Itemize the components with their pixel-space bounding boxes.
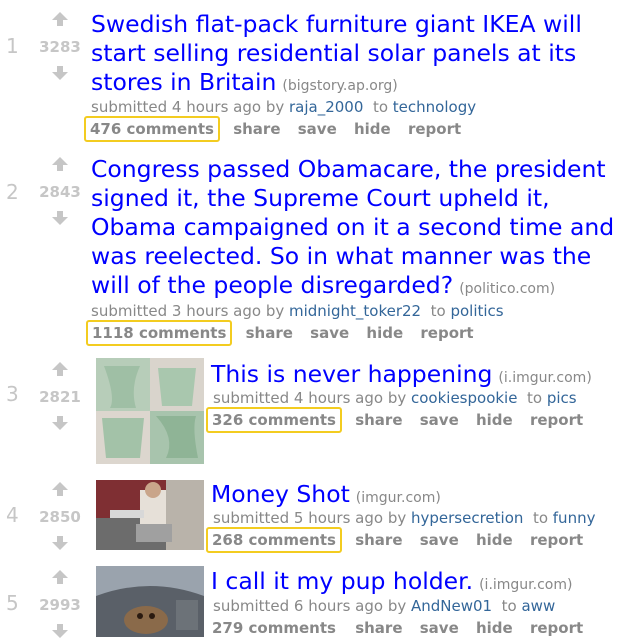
post-buttons: 1118 comments share save hide report: [86, 320, 486, 346]
hide-button[interactable]: hide: [476, 619, 513, 637]
post-title-link[interactable]: I call it my pup holder.: [211, 567, 473, 595]
author-link[interactable]: midnight_toker22: [289, 302, 421, 320]
downvote-arrow-icon[interactable]: [52, 211, 68, 225]
submitted-text: submitted 6 hours ago by: [213, 597, 407, 615]
vote-column: 2821: [34, 362, 86, 434]
author-link[interactable]: raja_2000: [289, 98, 363, 116]
vote-column: 3283: [34, 12, 86, 84]
vote-column: 2843: [34, 157, 86, 229]
post-domain[interactable]: (i.imgur.com): [479, 577, 572, 593]
upvote-arrow-icon[interactable]: [52, 12, 68, 26]
hide-button[interactable]: hide: [366, 324, 403, 342]
post-tagline: submitted 4 hours ago by raja_2000 to te…: [91, 98, 476, 116]
to-text: to: [501, 597, 517, 615]
share-button[interactable]: share: [233, 120, 280, 138]
pup-holder-thumbnail-image: [96, 566, 204, 637]
subreddit-link[interactable]: politics: [450, 302, 503, 320]
score: 2850: [39, 508, 81, 526]
post-domain[interactable]: (bigstory.ap.org): [282, 78, 397, 94]
post-buttons: 326 comments share save hide report: [206, 407, 595, 433]
to-text: to: [527, 389, 543, 407]
author-link[interactable]: hypersecretion: [411, 509, 523, 527]
save-button[interactable]: save: [310, 324, 349, 342]
subreddit-link[interactable]: technology: [393, 98, 476, 116]
report-button[interactable]: report: [530, 411, 583, 429]
money-shot-thumbnail-image: [96, 480, 204, 550]
report-button[interactable]: report: [420, 324, 473, 342]
subreddit-link[interactable]: aww: [521, 597, 555, 615]
post-rank: 5: [6, 591, 19, 615]
post-domain[interactable]: (imgur.com): [356, 490, 441, 506]
subreddit-link[interactable]: funny: [553, 509, 596, 527]
save-button[interactable]: save: [298, 120, 337, 138]
score: 2821: [39, 388, 81, 406]
post-title-link[interactable]: Money Shot: [211, 480, 350, 508]
share-button[interactable]: share: [355, 531, 402, 549]
save-button[interactable]: save: [420, 619, 459, 637]
report-button[interactable]: report: [530, 619, 583, 637]
author-link[interactable]: cookiespookie: [411, 389, 517, 407]
post-tagline: submitted 4 hours ago by cookiespookie t…: [213, 389, 577, 407]
curtains-thumbnail-image: [96, 358, 204, 464]
hide-button[interactable]: hide: [476, 531, 513, 549]
post-tagline: submitted 6 hours ago by AndNew01 to aww: [213, 597, 555, 615]
to-text: to: [372, 98, 389, 116]
share-button[interactable]: share: [355, 619, 402, 637]
post-buttons: 279 comments share save hide report: [206, 615, 595, 641]
post-title-block: I call it my pup holder. (i.imgur.com): [211, 567, 621, 600]
submitted-text: submitted 4 hours ago by: [213, 389, 407, 407]
share-button[interactable]: share: [355, 411, 402, 429]
to-text: to: [532, 509, 548, 527]
post-title-link[interactable]: This is never happening: [211, 360, 492, 388]
post-tagline: submitted 3 hours ago by midnight_toker2…: [91, 302, 504, 320]
comments-link[interactable]: 268 comments: [206, 527, 342, 553]
vote-column: 2850: [34, 482, 86, 554]
comments-link[interactable]: 1118 comments: [86, 320, 233, 346]
submitted-text: submitted 5 hours ago by: [213, 509, 407, 527]
downvote-arrow-icon[interactable]: [52, 416, 68, 430]
post-buttons: 268 comments share save hide report: [206, 527, 595, 553]
author-link[interactable]: AndNew01: [411, 597, 492, 615]
post-rank: 4: [6, 503, 19, 527]
save-button[interactable]: save: [420, 531, 459, 549]
share-button[interactable]: share: [246, 324, 293, 342]
to-text: to: [430, 302, 446, 320]
subreddit-link[interactable]: pics: [547, 389, 577, 407]
submitted-text: submitted 4 hours ago by: [91, 98, 285, 116]
post-title-block: Swedish flat-pack furniture giant IKEA w…: [91, 10, 611, 101]
upvote-arrow-icon[interactable]: [52, 570, 68, 584]
post-thumbnail[interactable]: [96, 358, 204, 464]
downvote-arrow-icon[interactable]: [52, 624, 68, 638]
upvote-arrow-icon[interactable]: [52, 482, 68, 496]
comments-link[interactable]: 476 comments: [84, 116, 220, 142]
vote-column: 2993: [34, 570, 86, 642]
post-tagline: submitted 5 hours ago by hypersecretion …: [213, 509, 595, 527]
post-title-link[interactable]: Congress passed Obamacare, the president…: [91, 155, 614, 299]
post-title-block: Congress passed Obamacare, the president…: [91, 155, 616, 304]
hide-button[interactable]: hide: [476, 411, 513, 429]
post-buttons: 476 comments share save hide report: [84, 116, 473, 142]
post-domain[interactable]: (politico.com): [459, 281, 555, 297]
submitted-text: submitted 3 hours ago by: [91, 302, 285, 320]
score: 3283: [39, 38, 81, 56]
upvote-arrow-icon[interactable]: [52, 362, 68, 376]
save-button[interactable]: save: [420, 411, 459, 429]
post-rank: 1: [6, 34, 19, 58]
downvote-arrow-icon[interactable]: [52, 536, 68, 550]
score: 2993: [39, 596, 81, 614]
post-rank: 2: [6, 180, 19, 204]
comments-link[interactable]: 326 comments: [206, 407, 342, 433]
post-thumbnail[interactable]: [96, 480, 204, 550]
downvote-arrow-icon[interactable]: [52, 66, 68, 80]
post-thumbnail[interactable]: [96, 566, 204, 637]
comments-link[interactable]: 279 comments: [206, 615, 342, 641]
report-button[interactable]: report: [530, 531, 583, 549]
hide-button[interactable]: hide: [354, 120, 391, 138]
report-button[interactable]: report: [408, 120, 461, 138]
upvote-arrow-icon[interactable]: [52, 157, 68, 171]
post-rank: 3: [6, 382, 19, 406]
post-domain[interactable]: (i.imgur.com): [498, 370, 591, 386]
score: 2843: [39, 183, 81, 201]
